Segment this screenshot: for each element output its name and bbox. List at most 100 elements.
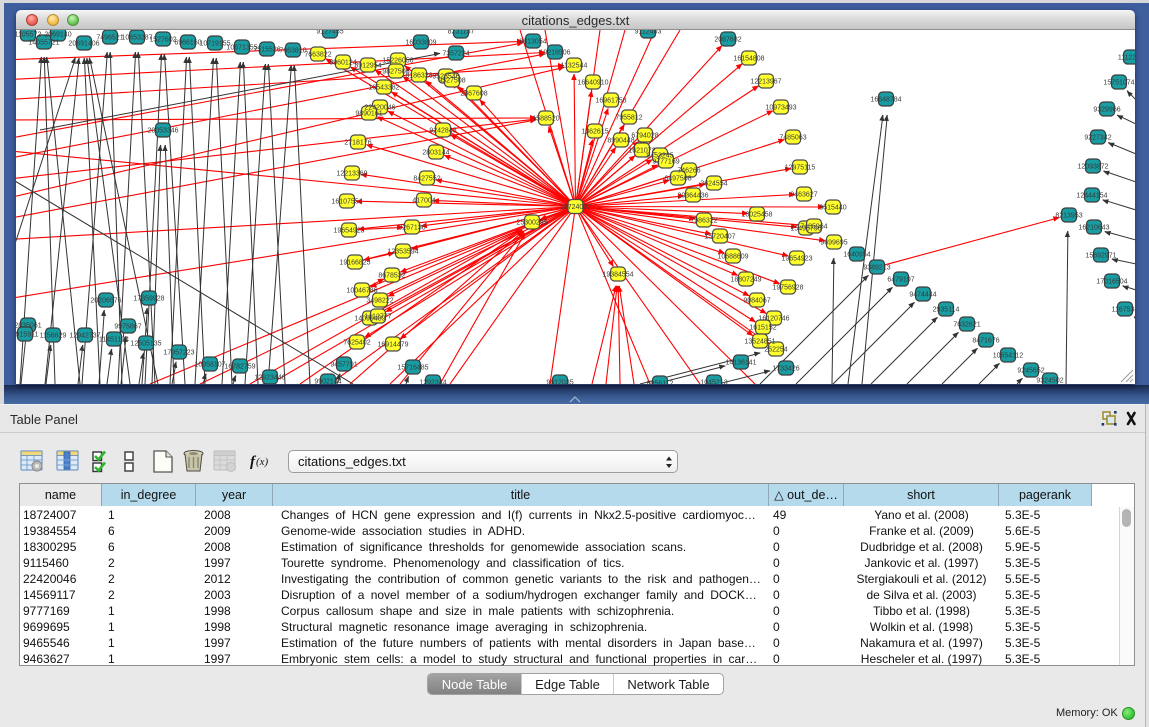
svg-text:10958107: 10958107 — [194, 362, 225, 369]
svg-text:15751074: 15751074 — [1103, 80, 1134, 87]
svg-text:12923446: 12923446 — [254, 375, 285, 382]
svg-text:1112384: 1112384 — [1118, 55, 1135, 62]
svg-text:10688609: 10688609 — [717, 254, 748, 261]
svg-text:1733426: 1733426 — [772, 366, 799, 373]
svg-text:9389213: 9389213 — [863, 265, 890, 272]
svg-text:25300295: 25300295 — [516, 220, 547, 227]
svg-text:3498222: 3498222 — [366, 298, 393, 305]
svg-text:7625402: 7625402 — [343, 340, 370, 347]
svg-text:2803144: 2803144 — [422, 150, 449, 157]
svg-text:8056112: 8056112 — [647, 381, 674, 385]
svg-text:10025458: 10025458 — [741, 212, 772, 219]
svg-text:11451194: 11451194 — [99, 337, 129, 344]
svg-text:15720407: 15720407 — [704, 234, 735, 241]
svg-text:1167534: 1167534 — [1112, 307, 1135, 314]
svg-text:17016504: 17016504 — [1096, 279, 1127, 286]
svg-text:9474444: 9474444 — [909, 292, 936, 299]
svg-text:15716485: 15716485 — [397, 365, 428, 372]
svg-text:1105572: 1105572 — [16, 32, 41, 39]
svg-text:1527602: 1527602 — [149, 37, 176, 44]
svg-text:1292344: 1292344 — [419, 380, 446, 385]
svg-text:1045213: 1045213 — [700, 380, 727, 385]
svg-text:20364436: 20364436 — [677, 193, 708, 200]
svg-text:7663822: 7663822 — [304, 52, 331, 59]
svg-text:9890161: 9890161 — [355, 111, 382, 118]
svg-text:7357224: 7357224 — [442, 51, 469, 58]
svg-text:3267130: 3267130 — [398, 225, 425, 232]
svg-text:12213369: 12213369 — [336, 171, 367, 178]
svg-text:10973493: 10973493 — [765, 105, 796, 112]
svg-text:9902144: 9902144 — [314, 379, 341, 385]
svg-text:9457791: 9457791 — [330, 362, 357, 369]
svg-text:15226058: 15226058 — [382, 58, 413, 65]
svg-text:9777169: 9777169 — [652, 159, 679, 166]
svg-text:20053346: 20053346 — [147, 128, 178, 135]
svg-text:7986322: 7986322 — [690, 218, 717, 225]
svg-text:16640910: 16640910 — [577, 80, 608, 87]
svg-text:10046786: 10046786 — [346, 288, 377, 295]
svg-text:9084067: 9084067 — [743, 298, 770, 305]
svg-text:8912954: 8912954 — [354, 63, 381, 70]
svg-text:16914479: 16914479 — [377, 342, 408, 349]
svg-text:3915911: 3915911 — [16, 332, 38, 339]
svg-text:2087682: 2087682 — [714, 37, 741, 44]
svg-text:12505135: 12505135 — [130, 341, 161, 348]
svg-text:12444154: 12444154 — [1076, 193, 1107, 200]
svg-text:7632621: 7632621 — [953, 322, 980, 329]
svg-text:(x): (x) — [256, 456, 269, 468]
svg-text:17957223: 17957223 — [163, 350, 194, 357]
svg-text:417004: 417004 — [412, 198, 435, 205]
svg-text:10654112: 10654112 — [993, 353, 1024, 360]
svg-text:252254: 252254 — [764, 347, 787, 354]
svg-text:14136141: 14136141 — [725, 360, 756, 367]
svg-text:1412777: 1412777 — [364, 314, 391, 321]
svg-text:9242848: 9242848 — [429, 128, 456, 135]
svg-text:12942737: 12942737 — [69, 333, 100, 340]
svg-text:12975115: 12975115 — [785, 165, 816, 172]
svg-text:7485063: 7485063 — [779, 135, 806, 142]
svg-text:8960124: 8960124 — [329, 60, 356, 67]
svg-text:2069140: 2069140 — [44, 32, 71, 39]
svg-text:1588520: 1588520 — [532, 116, 559, 123]
svg-text:16120746: 16120746 — [758, 316, 789, 323]
svg-text:19384554: 19384554 — [602, 272, 633, 279]
svg-text:9612035: 9612035 — [546, 380, 573, 385]
svg-text:16961758: 16961758 — [595, 98, 626, 105]
svg-text:9515440: 9515440 — [819, 205, 846, 212]
svg-text:9227342: 9227342 — [1084, 135, 1111, 142]
svg-text:8471676: 8471676 — [972, 338, 999, 345]
svg-text:9329966: 9329966 — [1093, 107, 1120, 114]
svg-text:7515526: 7515526 — [253, 47, 280, 54]
svg-text:1156829: 1156829 — [40, 333, 67, 340]
svg-text:9975867: 9975867 — [114, 324, 141, 331]
svg-text:9699695: 9699695 — [820, 240, 847, 247]
svg-text:19654925: 19654925 — [333, 228, 364, 235]
svg-text:18807249: 18807249 — [730, 277, 761, 284]
svg-text:17359928: 17359928 — [133, 296, 164, 303]
svg-text:19756928: 19756928 — [772, 285, 803, 292]
svg-text:16033809: 16033809 — [405, 40, 436, 47]
svg-text:9127455: 9127455 — [316, 30, 343, 36]
svg-text:2935114: 2935114 — [933, 307, 960, 314]
svg-text:10653287: 10653287 — [121, 35, 152, 42]
svg-text:3624554: 3624554 — [700, 181, 727, 188]
svg-text:746266: 746266 — [677, 168, 700, 175]
svg-text:6794028: 6794028 — [631, 133, 658, 140]
svg-text:6479197: 6479197 — [887, 277, 914, 284]
svg-text:20206576: 20206576 — [90, 298, 121, 305]
svg-text:7955812: 7955812 — [615, 115, 642, 122]
svg-text:9245652: 9245652 — [1017, 368, 1044, 375]
svg-text:2718176: 2718176 — [344, 140, 371, 147]
svg-text:16648784: 16648784 — [870, 97, 901, 104]
svg-text:9527508: 9527508 — [438, 78, 465, 85]
svg-text:16154808: 16154808 — [733, 56, 764, 63]
svg-text:16543382: 16543382 — [368, 85, 399, 92]
svg-text:1132544: 1132544 — [561, 63, 588, 70]
svg-text:13524851: 13524851 — [744, 339, 775, 346]
svg-text:8678532: 8678532 — [378, 273, 405, 280]
svg-text:2835061: 2835061 — [16, 323, 42, 330]
svg-text:9112403: 9112403 — [635, 30, 662, 36]
svg-text:7663810: 7663810 — [279, 48, 306, 55]
svg-text:8813054: 8813054 — [519, 39, 546, 46]
svg-text:16107554: 16107554 — [331, 199, 362, 206]
